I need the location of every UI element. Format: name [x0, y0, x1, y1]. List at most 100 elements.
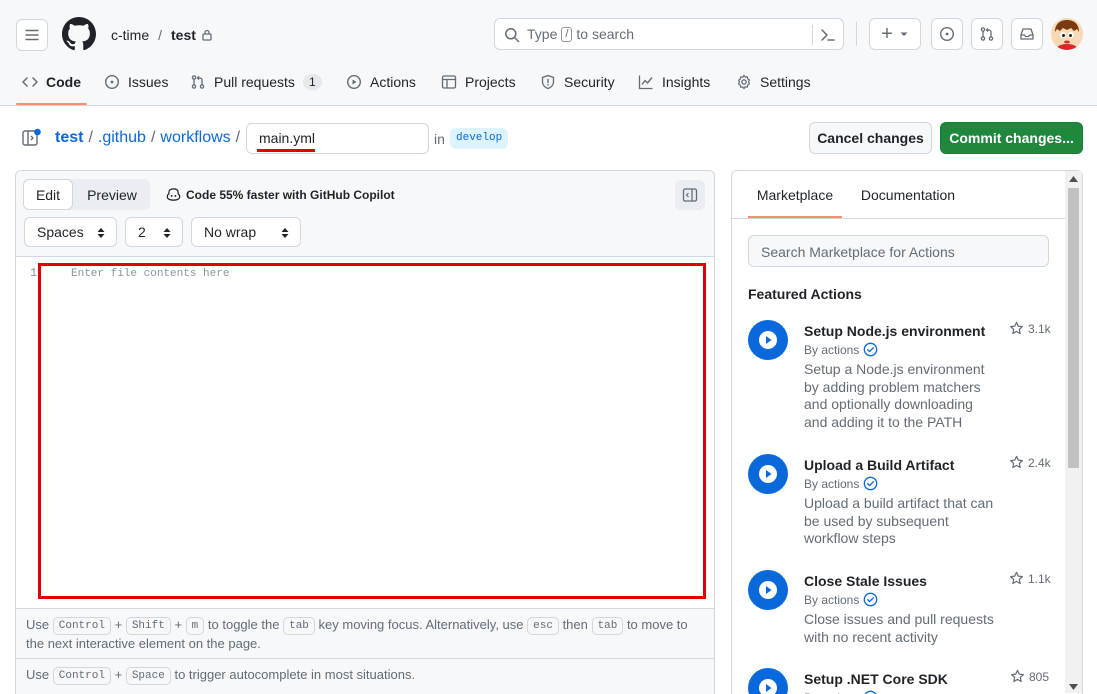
- action-star-count: 805: [1029, 669, 1050, 684]
- github-logo[interactable]: [62, 17, 96, 51]
- tab-label: Actions: [370, 74, 416, 90]
- breadcrumb-workflows-link[interactable]: workflows: [160, 129, 230, 147]
- github-mark-icon: [62, 17, 96, 51]
- tab-label: Security: [564, 74, 615, 90]
- action-title-link[interactable]: Upload a Build Artifact: [804, 457, 994, 473]
- tab-pull-requests[interactable]: Pull requests 1: [190, 64, 322, 100]
- tab-issues[interactable]: Issues: [104, 64, 168, 100]
- avatar[interactable]: [1051, 18, 1083, 50]
- keyboard-key: Control: [52, 667, 111, 685]
- cancel-changes-button[interactable]: Cancel changes: [809, 122, 932, 154]
- tab-documentation-label: Documentation: [860, 187, 956, 203]
- tab-security[interactable]: Security: [540, 64, 615, 100]
- action-description: Upload a build artifact that can be used…: [804, 495, 994, 546]
- breadcrumb-separator: /: [150, 129, 156, 146]
- git-pull-request-icon: [980, 27, 994, 41]
- tab-edit-label: Edit: [35, 186, 61, 203]
- action-title-link[interactable]: Setup Node.js environment: [804, 323, 994, 339]
- search-placeholder-prefix: Type: [527, 26, 558, 42]
- sidebar-scrollbar[interactable]: [1065, 171, 1082, 693]
- search-input[interactable]: Type / to search: [494, 18, 844, 50]
- keyboard-key: tab: [283, 617, 315, 635]
- copilot-promo-link[interactable]: Code 55% faster with GitHub Copilot: [166, 187, 395, 202]
- verified-badge-icon: [864, 342, 878, 357]
- star-icon: [1010, 571, 1023, 585]
- action-publisher: By actions: [804, 592, 994, 607]
- tab-insights[interactable]: Insights: [638, 64, 710, 100]
- action-publisher-text: By actions: [804, 691, 859, 694]
- breadcrumb-repo-link[interactable]: test: [55, 129, 83, 147]
- tab-edit[interactable]: Edit: [23, 179, 73, 210]
- tab-code[interactable]: Code: [22, 64, 81, 100]
- issue-icon: [104, 74, 120, 90]
- breadcrumb-separator: /: [88, 129, 93, 146]
- title-separator: /: [158, 27, 163, 43]
- action-title-link[interactable]: Close Stale Issues: [804, 573, 994, 589]
- indent-size-select[interactable]: 2: [125, 217, 183, 247]
- pull-requests-button[interactable]: [971, 18, 1003, 50]
- keyboard-key: m: [185, 617, 205, 635]
- toggle-sidebar-button[interactable]: [675, 180, 705, 210]
- pull-request-icon: [191, 75, 205, 89]
- search-divider: [812, 25, 813, 45]
- tab-label: Pull requests: [214, 74, 295, 90]
- keyboard-key: tab: [591, 617, 624, 635]
- keyboard-key: Space: [125, 667, 171, 685]
- action-publisher-text: By actions: [804, 342, 860, 357]
- indent-mode-select[interactable]: Spaces: [24, 217, 117, 247]
- owner-link[interactable]: c-time: [111, 27, 149, 43]
- tab-documentation[interactable]: Documentation: [856, 187, 960, 219]
- breadcrumb-separator: /: [235, 129, 241, 146]
- repo-link[interactable]: test: [171, 27, 196, 43]
- cancel-changes-label: Cancel changes: [817, 130, 924, 146]
- inbox-button[interactable]: [1011, 18, 1043, 50]
- tab-settings[interactable]: Settings: [736, 64, 811, 100]
- gear-icon: [737, 74, 751, 90]
- scroll-down-arrow-icon[interactable]: [1069, 684, 1078, 690]
- menu-button[interactable]: [16, 19, 48, 51]
- search-shortcut-key: /: [561, 26, 573, 42]
- tab-marketplace[interactable]: Marketplace: [748, 187, 842, 219]
- help-text-fragment: Use: [26, 617, 50, 632]
- action-title-link[interactable]: Setup .NET Core SDK: [804, 671, 948, 687]
- scrollbar-thumb[interactable]: [1068, 188, 1079, 468]
- verified-badge-icon: [864, 476, 878, 491]
- tab-preview-label: Preview: [87, 186, 137, 203]
- star-icon: [1011, 669, 1024, 683]
- search-placeholder: Type / to search: [527, 26, 634, 42]
- branch-badge[interactable]: develop: [450, 128, 509, 149]
- breadcrumb-github-link[interactable]: .github: [98, 129, 146, 147]
- issues-button[interactable]: [931, 18, 963, 50]
- tab-label: Settings: [760, 74, 811, 90]
- pull-requests-count-badge: 1: [302, 74, 322, 90]
- help-text-fragment: then: [562, 617, 588, 632]
- scroll-up-arrow-icon[interactable]: [1069, 176, 1078, 182]
- indent-mode-value: Spaces: [37, 224, 84, 240]
- tab-label: Issues: [128, 74, 169, 90]
- select-caret-icon: [163, 228, 171, 238]
- commit-changes-button[interactable]: Commit changes...: [940, 122, 1083, 154]
- shield-icon: [541, 74, 555, 90]
- action-publisher: By actions: [804, 342, 994, 357]
- tab-actions[interactable]: Actions: [346, 64, 416, 100]
- copilot-promo-text: Code 55% faster with GitHub Copilot: [186, 187, 395, 202]
- wrap-mode-value: No wrap: [204, 224, 257, 240]
- action-star-count: 3.1k: [1028, 321, 1051, 336]
- tab-preview[interactable]: Preview: [76, 179, 148, 210]
- action-stars: 1.1k: [1009, 571, 1051, 586]
- wrap-mode-select[interactable]: No wrap: [191, 217, 301, 247]
- search-placeholder-suffix: to search: [576, 26, 635, 42]
- file-tree-toggle-icon[interactable]: [22, 128, 42, 148]
- help-text-fragment: +: [114, 667, 123, 682]
- create-new-button[interactable]: +: [869, 18, 921, 50]
- action-description: Close issues and pull requests with no r…: [804, 611, 994, 645]
- verified-badge-icon: [864, 690, 877, 694]
- autocomplete-help-text: Use Control + Space to trigger autocompl…: [26, 666, 706, 685]
- command-palette-icon[interactable]: [820, 27, 836, 43]
- action-publisher: By actions: [804, 690, 948, 694]
- marketplace-search-input[interactable]: Search Marketplace for Actions: [748, 235, 1049, 267]
- tab-label: Code: [46, 74, 81, 90]
- commit-changes-label: Commit changes...: [949, 130, 1074, 146]
- tab-projects[interactable]: Projects: [441, 64, 516, 100]
- action-logo: [748, 454, 788, 494]
